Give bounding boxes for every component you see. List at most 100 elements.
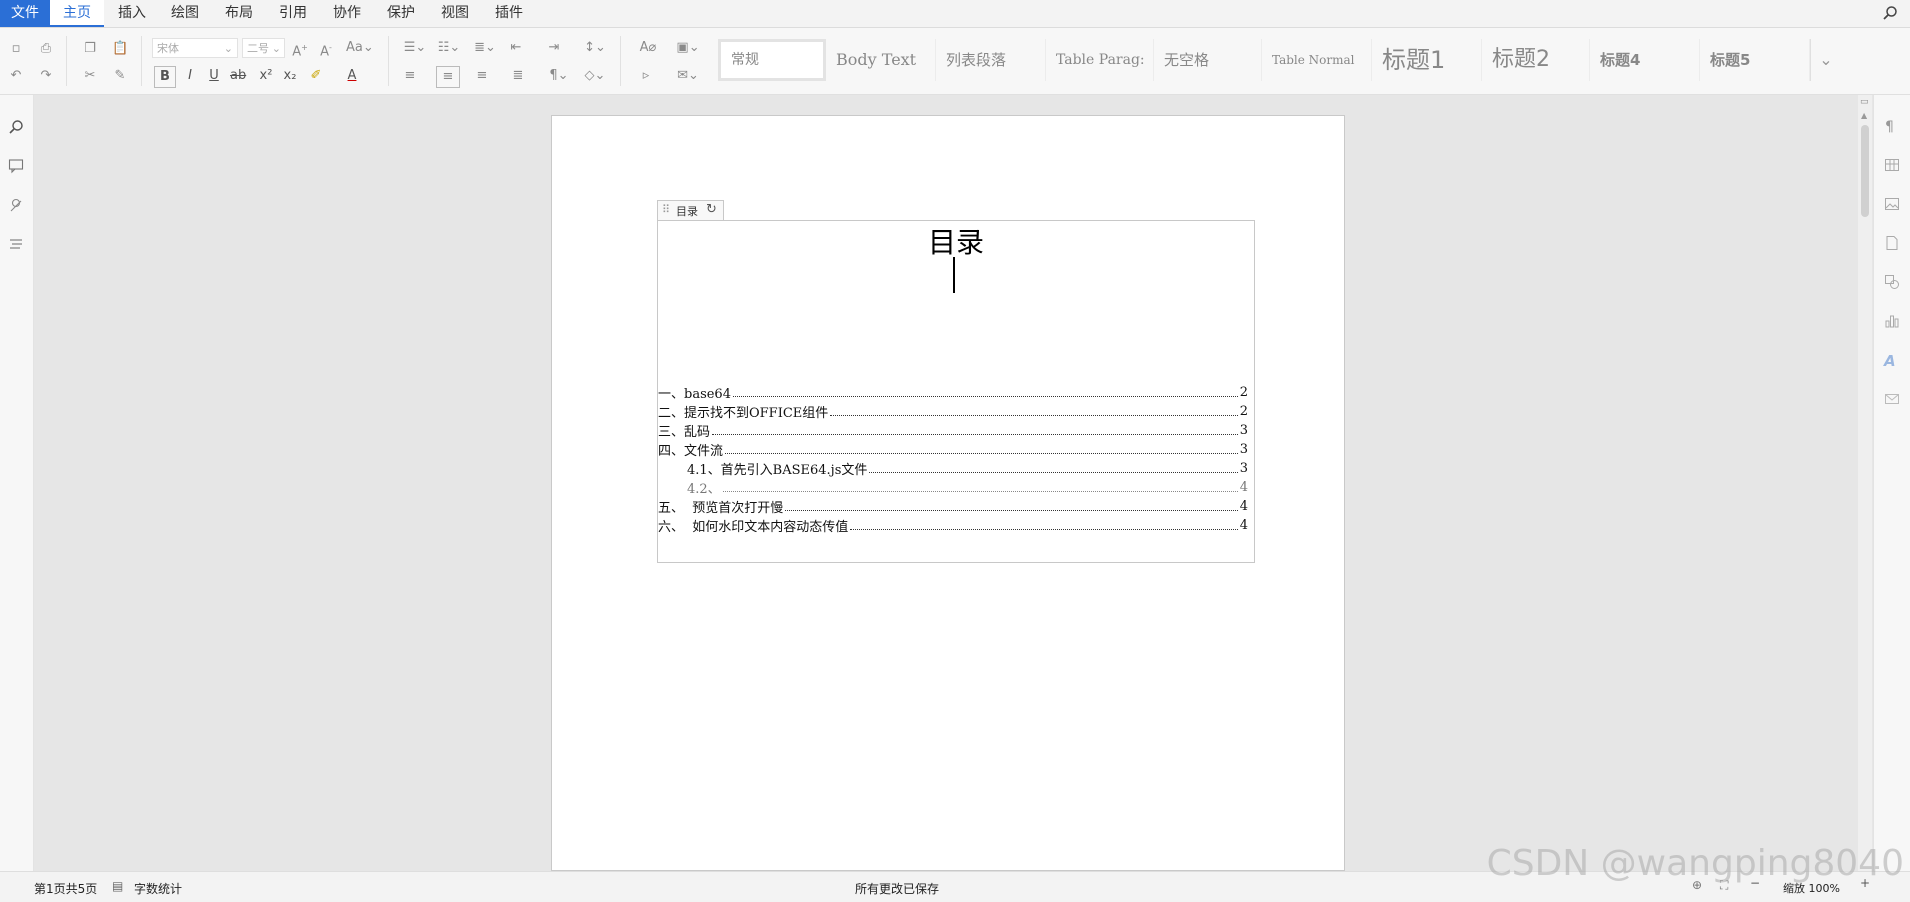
chevron-down-icon: ⌄ — [271, 42, 281, 55]
clear-format-icon[interactable]: A⌀ — [638, 40, 658, 56]
paragraph-mark-icon[interactable]: ¶⌄ — [546, 68, 572, 84]
increase-indent-icon[interactable]: ⇥ — [546, 40, 562, 56]
toc-entry-text: 一、base64 — [658, 387, 731, 402]
highlight-icon[interactable]: ✐ — [308, 68, 324, 84]
strikethrough-icon[interactable]: ab — [230, 68, 246, 84]
menu-bar: 文件 主页 插入 绘图 布局 引用 协作 保护 视图 插件 — [0, 0, 1910, 28]
subscript-icon[interactable]: x₂ — [282, 68, 298, 84]
style-heading5[interactable]: 标题5 — [1700, 39, 1810, 81]
numbered-list-icon[interactable]: ☷⌄ — [436, 40, 462, 56]
navigation-icon[interactable] — [8, 236, 24, 252]
style-heading1[interactable]: 标题1 — [1372, 39, 1482, 81]
shapes-icon[interactable]: ▣⌄ — [674, 40, 702, 56]
menu-file[interactable]: 文件 — [0, 0, 50, 27]
page-count[interactable]: 第1页共5页 — [34, 880, 97, 897]
toc-entry-page: 4 — [1239, 518, 1248, 533]
toc-entry-page: 3 — [1239, 442, 1248, 457]
paste-icon[interactable]: 📋 — [112, 41, 128, 57]
table-of-contents[interactable]: 目录 一、base64 2 二、提示找不到OFFICE组件 2 三、乱码 3 四、文件… — [657, 220, 1255, 563]
scroll-thumb[interactable] — [1861, 125, 1869, 217]
toc-entry[interactable]: 五、 预览首次打开慢 4 — [658, 497, 1248, 516]
toc-entry[interactable]: 4.2、 4 — [687, 478, 1248, 497]
style-table-normal[interactable]: Table Normal — [1262, 39, 1372, 81]
collapse-ribbon-icon[interactable]: ▭ — [1860, 97, 1869, 107]
style-body-text[interactable]: Body Text — [826, 39, 936, 81]
toc-title: 目录 — [927, 226, 984, 259]
search-icon[interactable] — [1882, 5, 1898, 21]
toc-entry[interactable]: 三、乱码 3 — [658, 421, 1248, 440]
comment-icon[interactable] — [8, 158, 24, 174]
toc-entry[interactable]: 4.1、首先引入BASE64.js文件 3 — [687, 459, 1248, 478]
shading-icon[interactable]: ◇⌄ — [582, 68, 608, 84]
scroll-up-icon[interactable]: ▲ — [1861, 111, 1867, 120]
undo-icon[interactable]: ↶ — [8, 68, 24, 84]
justify-icon[interactable]: ≣ — [510, 68, 526, 84]
table-settings-icon[interactable] — [1884, 157, 1900, 173]
save-icon[interactable]: ▫ — [8, 41, 24, 57]
bullet-list-icon[interactable]: ☰⌄ — [402, 40, 428, 56]
shape-settings-icon[interactable] — [1884, 274, 1900, 290]
toc-entry-text: 三、乱码 — [658, 425, 711, 440]
font-color-icon[interactable]: A — [344, 68, 360, 84]
toc-entry[interactable]: 六、 如何水印文本内容动态传值 4 — [658, 516, 1248, 535]
superscript-icon[interactable]: x² — [258, 68, 274, 84]
toc-entry[interactable]: 四、文件流 3 — [658, 440, 1248, 459]
paragraph-settings-icon[interactable]: ¶ — [1885, 119, 1894, 135]
multilevel-list-icon[interactable]: ≣⌄ — [472, 40, 498, 56]
style-table-paragraph[interactable]: Table Parag: — [1046, 39, 1154, 81]
align-center-icon[interactable]: ≡ — [436, 66, 460, 88]
align-right-icon[interactable]: ≡ — [474, 68, 490, 84]
cut-icon[interactable]: ✂ — [82, 68, 98, 84]
bold-icon[interactable]: B — [154, 66, 176, 88]
header-footer-icon[interactable] — [1884, 235, 1900, 251]
menu-protect[interactable]: 保护 — [381, 0, 421, 27]
vertical-scrollbar[interactable]: ▭ ▲ — [1858, 95, 1872, 871]
decrease-indent-icon[interactable]: ⇤ — [508, 40, 524, 56]
italic-icon[interactable]: I — [182, 68, 198, 84]
menu-plugins[interactable]: 插件 — [489, 0, 529, 27]
copy-icon[interactable]: ❐ — [82, 41, 98, 57]
menu-references[interactable]: 引用 — [273, 0, 313, 27]
toc-entry[interactable]: 一、base64 2 — [658, 383, 1248, 402]
align-left-icon[interactable]: ≡ — [402, 68, 418, 84]
style-normal[interactable]: 常规 — [718, 39, 826, 81]
mail-merge-icon[interactable] — [1884, 391, 1900, 407]
chart-settings-icon[interactable] — [1884, 313, 1900, 329]
refresh-icon[interactable]: ↻ — [706, 202, 717, 217]
increase-font-icon[interactable]: A+ — [292, 40, 308, 59]
menu-insert[interactable]: 插入 — [112, 0, 152, 27]
print-icon[interactable]: ⎙ — [38, 41, 54, 57]
style-no-spacing[interactable]: 无空格 — [1154, 39, 1262, 81]
search-icon[interactable] — [8, 119, 24, 135]
insert-field-icon[interactable]: ▹ — [638, 68, 654, 84]
toc-entry-text: 4.2、 — [687, 482, 721, 497]
underline-icon[interactable]: U — [206, 68, 222, 84]
font-name-value: 宋体 — [157, 42, 179, 55]
style-heading4[interactable]: 标题4 — [1590, 39, 1700, 81]
decrease-font-icon[interactable]: A- — [318, 40, 334, 59]
menu-home[interactable]: 主页 — [50, 0, 104, 27]
word-count-button[interactable]: 字数统计 — [134, 880, 182, 897]
change-case-icon[interactable]: Aa⌄ — [346, 40, 374, 56]
mail-merge-icon[interactable]: ✉⌄ — [674, 68, 702, 84]
line-spacing-icon[interactable]: ↕⌄ — [582, 40, 608, 56]
menu-draw[interactable]: 绘图 — [165, 0, 205, 27]
styles-expand-chevron-icon[interactable]: ⌄ — [1810, 39, 1841, 81]
font-size-select[interactable]: 二号 ⌄ — [242, 38, 285, 58]
font-name-select[interactable]: 宋体 ⌄ — [152, 38, 238, 58]
menu-collaborate[interactable]: 协作 — [327, 0, 367, 27]
toc-control-tab[interactable]: ⠿ 目录 ↻ — [657, 200, 724, 220]
format-painter-icon[interactable]: ✎ — [112, 68, 128, 84]
track-changes-icon[interactable] — [8, 197, 24, 213]
style-heading2[interactable]: 标题2 — [1482, 39, 1590, 81]
image-settings-icon[interactable] — [1884, 196, 1900, 212]
word-count-icon[interactable]: ▤ — [112, 879, 123, 893]
text-art-icon[interactable]: A — [1884, 352, 1896, 370]
drag-handle-icon[interactable]: ⠿ — [662, 203, 670, 216]
menu-view[interactable]: 视图 — [435, 0, 475, 27]
menu-layout[interactable]: 布局 — [219, 0, 259, 27]
left-sidebar — [0, 95, 34, 871]
redo-icon[interactable]: ↷ — [38, 68, 54, 84]
style-list-paragraph[interactable]: 列表段落 — [936, 39, 1046, 81]
toc-entry[interactable]: 二、提示找不到OFFICE组件 2 — [658, 402, 1248, 421]
